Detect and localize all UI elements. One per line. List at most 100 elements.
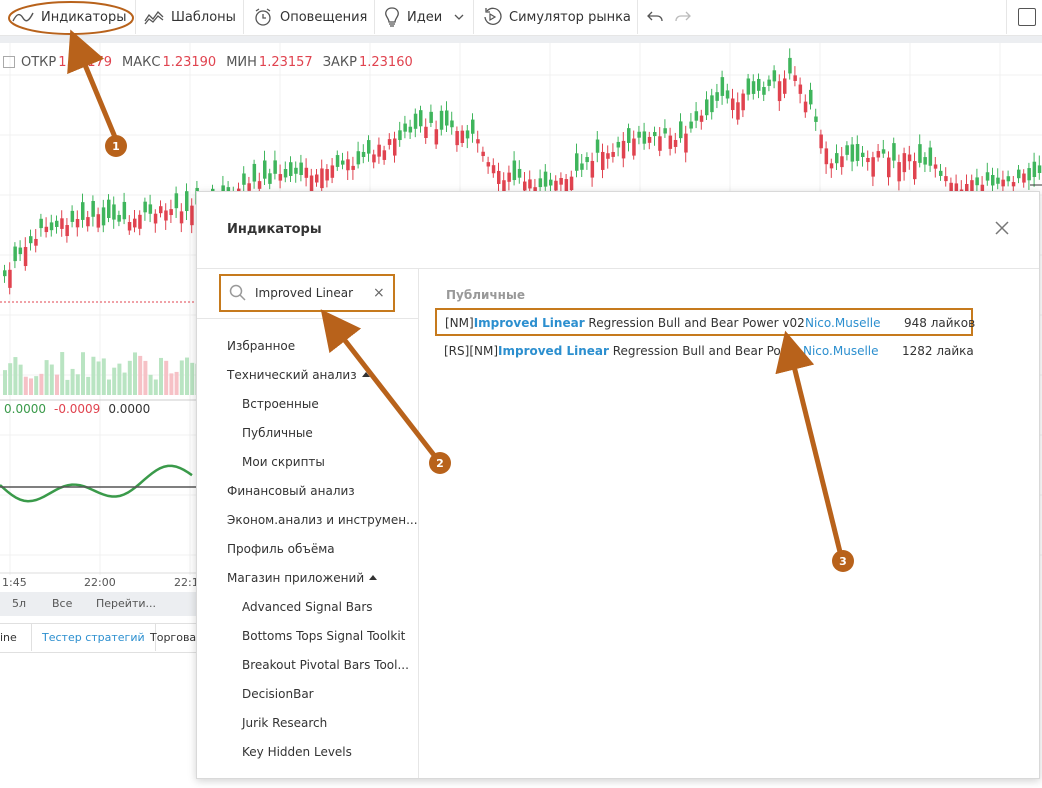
category-item[interactable]: Jurik Research [242, 716, 327, 730]
category-item[interactable]: Breakout Pivotal Bars Tool... [242, 658, 409, 672]
candle [627, 128, 631, 143]
volume-bar [148, 374, 153, 395]
candle [798, 84, 803, 94]
candle [731, 98, 735, 111]
candle [767, 79, 771, 86]
candle [148, 204, 153, 214]
category-item[interactable]: DecisionBar [242, 687, 314, 701]
candle [491, 165, 496, 174]
candle [772, 70, 777, 82]
volume-bar [112, 367, 117, 395]
candle [679, 121, 683, 139]
tab-strategy-tester[interactable]: Тестер стратегий [31, 624, 156, 651]
candle [372, 154, 376, 163]
candle [153, 213, 158, 224]
candle [29, 236, 33, 244]
result-row[interactable]: [RS][NM]Improved Linear Regression Bull … [435, 338, 974, 366]
alerts-button[interactable]: Оповещения [253, 0, 367, 34]
candle [606, 153, 610, 159]
candle [788, 57, 792, 74]
settings-icon[interactable] [3, 56, 15, 68]
tab-trading[interactable]: Торговая [150, 631, 203, 644]
low-label: МИН [226, 54, 257, 70]
result-row[interactable]: [NM]Improved Linear Regression Bull and … [435, 308, 976, 336]
close-button[interactable] [994, 220, 1010, 236]
candle [928, 147, 933, 166]
candle [939, 170, 943, 176]
candle [1001, 179, 1005, 187]
candle [460, 130, 465, 143]
candle [741, 93, 745, 111]
range-5y[interactable]: 5л [12, 597, 26, 610]
annotation-badge: 1 [105, 135, 127, 157]
category-item[interactable]: Технический анализ [227, 368, 370, 382]
indicators-button[interactable]: Индикаторы [12, 0, 127, 34]
candle [294, 167, 298, 174]
category-item[interactable]: Избранное [227, 339, 295, 353]
candle [907, 154, 912, 162]
candle [257, 181, 262, 189]
candle [450, 120, 454, 128]
candle [699, 115, 704, 122]
candle [190, 205, 194, 226]
category-item[interactable]: Встроенные [242, 397, 319, 411]
candle [1027, 168, 1031, 181]
candle [408, 126, 413, 133]
goto-date[interactable]: Перейти... [96, 597, 156, 610]
replay-button[interactable]: Симулятор рынка [482, 0, 631, 34]
candle [595, 139, 600, 153]
search-input[interactable] [253, 285, 367, 301]
time-label: 1:45 [2, 576, 27, 589]
range-all[interactable]: Все [52, 597, 72, 610]
category-item[interactable]: Мои скрипты [242, 455, 325, 469]
candle [346, 159, 350, 171]
author-link[interactable]: Nico.Muselle [803, 344, 879, 358]
candle [642, 131, 647, 144]
category-item[interactable]: Профиль объёма [227, 542, 335, 556]
volume-bar [86, 376, 91, 395]
candle [413, 113, 418, 129]
candle [185, 191, 189, 212]
clear-search-icon[interactable]: × [373, 285, 385, 301]
category-item[interactable]: Эконом.анализ и инструмен... [227, 513, 418, 527]
tab-pine[interactable]: ine [0, 631, 17, 644]
section-label: Публичные [446, 288, 525, 302]
alarm-clock-icon [255, 8, 271, 26]
category-item[interactable]: Публичные [242, 426, 313, 440]
category-label: Bottoms Tops Signal Toolkit [242, 629, 406, 643]
category-label: Технический анализ [227, 368, 357, 382]
candle [419, 110, 423, 127]
redo-button[interactable] [675, 0, 698, 34]
candle [585, 157, 589, 163]
candle [356, 151, 361, 165]
category-item[interactable]: Advanced Signal Bars [242, 600, 373, 614]
ideas-button[interactable]: Идеи [384, 0, 464, 34]
category-item[interactable]: Финансовый анализ [227, 484, 355, 498]
close-label: ЗАКР [322, 54, 357, 70]
candle [512, 160, 517, 181]
fullscreen-button[interactable] [1018, 0, 1036, 34]
candle [705, 99, 709, 116]
category-item[interactable]: Key Hidden Levels [242, 745, 352, 759]
category-item[interactable]: Bottoms Tops Signal Toolkit [242, 629, 405, 643]
category-label: Jurik Research [242, 716, 328, 730]
candle [517, 168, 522, 178]
undo-button[interactable] [647, 0, 670, 34]
candle [268, 173, 272, 184]
candle [757, 78, 761, 91]
category-item[interactable]: Магазин приложений [227, 571, 378, 585]
candle [975, 177, 979, 186]
candle [601, 151, 605, 170]
author-link[interactable]: Nico.Muselle [805, 316, 881, 330]
likes-count: 948 лайков [904, 316, 976, 330]
candle [1017, 169, 1021, 179]
candle [803, 101, 808, 113]
templates-button[interactable]: Шаблоны [144, 0, 236, 34]
candle [715, 92, 719, 101]
osc-value-1: 0.0000 [4, 402, 46, 416]
candle [616, 141, 621, 148]
templates-label: Шаблоны [171, 9, 236, 25]
candle [377, 144, 381, 157]
candle [169, 209, 173, 216]
candle [835, 153, 839, 164]
